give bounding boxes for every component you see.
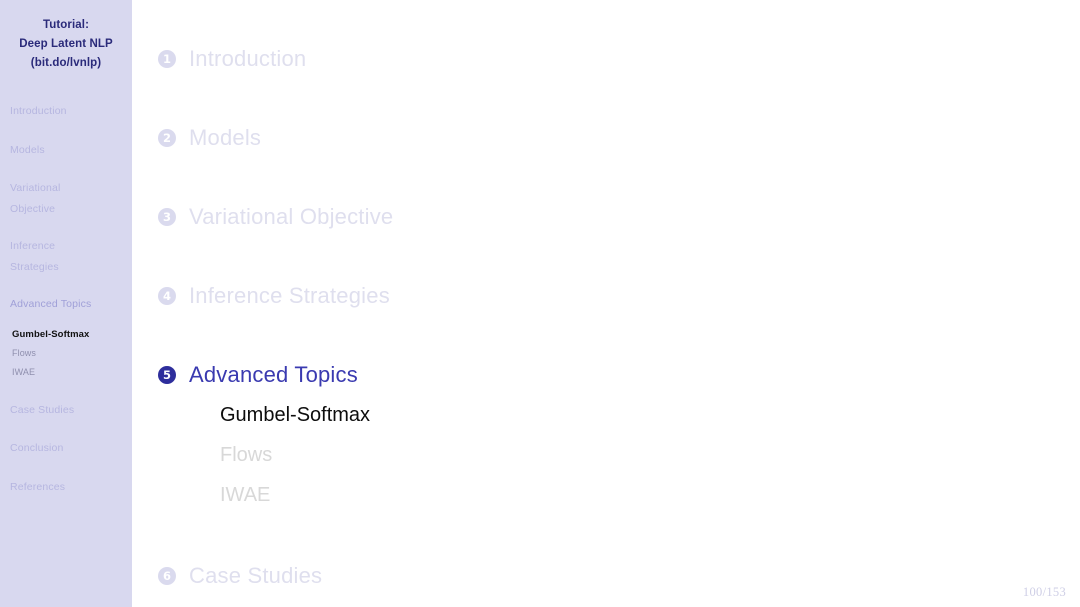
section-number-badge: 5 xyxy=(158,366,176,384)
section-number-badge: 4 xyxy=(158,287,176,305)
sidebar-title: Tutorial: Deep Latent NLP (bit.do/lvnlp) xyxy=(0,0,132,73)
sidebar-item-label: Models xyxy=(10,144,45,156)
toc-section-label: Introduction xyxy=(189,46,306,72)
sidebar-item-inference-strategies[interactable]: Inference Strategies xyxy=(0,236,132,277)
toc-subsection-flows[interactable]: Flows xyxy=(220,441,272,469)
sidebar-subitem-label: IWAE xyxy=(12,367,35,377)
sidebar-item-label: References xyxy=(10,481,65,493)
toc-section-models[interactable]: 2 Models xyxy=(158,123,261,153)
sidebar-subitems: Gumbel-Softmax Flows IWAE xyxy=(0,325,132,382)
sidebar-title-line-1: Tutorial: xyxy=(0,16,132,35)
toc-section-advanced-topics[interactable]: 5 Advanced Topics xyxy=(158,360,358,390)
toc-section-label: Inference Strategies xyxy=(189,283,390,309)
slide-content: 1 Introduction 2 Models 3 Variational Ob… xyxy=(132,0,1080,607)
toc-subsection-label: Gumbel-Softmax xyxy=(220,404,370,426)
sidebar-item-conclusion[interactable]: Conclusion xyxy=(0,438,132,459)
sidebar-item-label-line-1: Variational xyxy=(10,178,132,199)
sidebar-item-label: Conclusion xyxy=(10,442,63,454)
sidebar-item-variational-objective[interactable]: Variational Objective xyxy=(0,178,132,219)
sidebar-nav: Introduction Models Variational Objectiv… xyxy=(0,101,132,497)
toc-section-label: Case Studies xyxy=(189,563,322,589)
section-number-badge: 1 xyxy=(158,50,176,68)
sidebar: Tutorial: Deep Latent NLP (bit.do/lvnlp)… xyxy=(0,0,132,607)
sidebar-item-case-studies[interactable]: Case Studies xyxy=(0,400,132,421)
toc-section-label: Models xyxy=(189,125,261,151)
sidebar-subitem-label: Gumbel-Softmax xyxy=(12,329,89,340)
sidebar-title-line-3: (bit.do/lvnlp) xyxy=(0,54,132,73)
sidebar-item-references[interactable]: References xyxy=(0,477,132,498)
toc-section-variational-objective[interactable]: 3 Variational Objective xyxy=(158,202,393,232)
sidebar-item-label: Case Studies xyxy=(10,404,74,416)
sidebar-item-introduction[interactable]: Introduction xyxy=(0,101,132,122)
toc-subsection-label: IWAE xyxy=(220,484,270,506)
section-number-badge: 6 xyxy=(158,567,176,585)
toc-section-label: Variational Objective xyxy=(189,204,393,230)
sidebar-subitem-gumbel-softmax[interactable]: Gumbel-Softmax xyxy=(12,325,132,344)
sidebar-item-label: Introduction xyxy=(10,105,67,117)
toc-subsection-iwae[interactable]: IWAE xyxy=(220,481,270,509)
toc-section-introduction[interactable]: 1 Introduction xyxy=(158,44,306,74)
toc-section-case-studies[interactable]: 6 Case Studies xyxy=(158,561,322,591)
sidebar-item-advanced-topics[interactable]: Advanced Topics xyxy=(0,294,132,315)
toc-section-label: Advanced Topics xyxy=(189,362,358,388)
sidebar-item-models[interactable]: Models xyxy=(0,140,132,161)
sidebar-item-label-line-2: Strategies xyxy=(10,257,132,278)
sidebar-item-label-line-1: Inference xyxy=(10,236,132,257)
sidebar-subitem-iwae[interactable]: IWAE xyxy=(12,363,132,382)
page-number: 100/153 xyxy=(1023,585,1066,600)
sidebar-subitem-label: Flows xyxy=(12,348,36,358)
toc-subsection-label: Flows xyxy=(220,444,272,466)
sidebar-item-label: Advanced Topics xyxy=(10,298,91,310)
sidebar-item-label-line-2: Objective xyxy=(10,199,132,220)
sidebar-title-line-2: Deep Latent NLP xyxy=(0,35,132,54)
section-number-badge: 3 xyxy=(158,208,176,226)
section-number-badge: 2 xyxy=(158,129,176,147)
toc-section-inference-strategies[interactable]: 4 Inference Strategies xyxy=(158,281,390,311)
toc-subsection-gumbel-softmax[interactable]: Gumbel-Softmax xyxy=(220,401,370,429)
sidebar-subitem-flows[interactable]: Flows xyxy=(12,344,132,363)
